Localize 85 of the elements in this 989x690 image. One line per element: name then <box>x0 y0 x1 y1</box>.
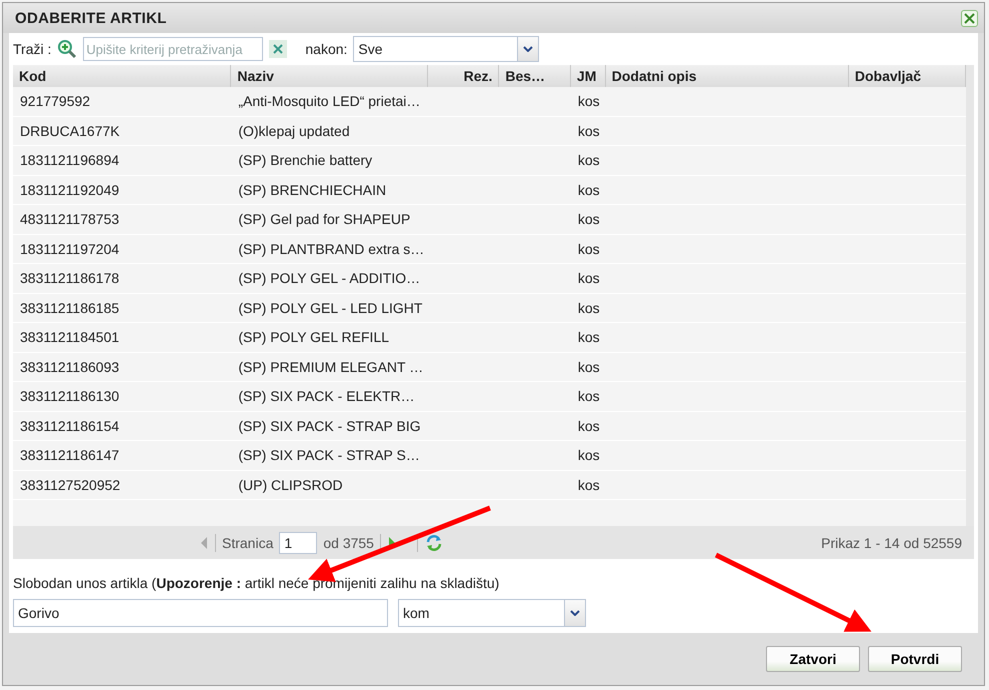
table-cell-text: (SP) POLY GEL - ADDITIO… <box>237 269 422 288</box>
table-row[interactable]: 4831121178753 (SP) Gel pad for SHAPEUP kos <box>13 205 966 234</box>
table-cell-text: 3831121186147 <box>19 446 120 465</box>
table-cell-text: 3831121186178 <box>19 269 120 288</box>
table-cell-text: kos <box>576 358 601 376</box>
after-label: nakon: <box>305 41 348 57</box>
table-cell-text: (SP) BRENCHIECHAIN <box>237 180 388 200</box>
table-cell-text: 1831121192049 <box>19 180 120 200</box>
column-header[interactable]: Kod <box>13 65 232 87</box>
article-name-field[interactable]: Gorivo <box>13 599 388 627</box>
free-entry-label: Slobodan unos artikla (Upozorenje : artikl neće promijeniti zalihu na skladištu) <box>13 575 500 591</box>
table-cell-text: (SP) POLY GEL - LED LIGHT <box>237 298 424 318</box>
table-row[interactable]: 1831121192049 (SP) BRENCHIECHAIN kos <box>13 176 966 205</box>
table-cell-text: kos <box>576 416 601 436</box>
table-row[interactable]: 3831121186154 (SP) SIX PACK - STRAP BIG kos <box>13 412 966 441</box>
table-row[interactable]: 3831121186130 (SP) SIX PACK - ELEKTR… kos <box>13 382 966 412</box>
table-cell-text: kos <box>576 151 601 170</box>
table-cell-text: (SP) SIX PACK - STRAP BIG <box>237 416 422 436</box>
table-cell-text: (O)klepaj updated <box>237 122 351 141</box>
table-cell-text: kos <box>576 387 601 406</box>
table-row[interactable]: DRBUCA1677K (O)klepaj updated kos <box>13 116 966 146</box>
table-row[interactable]: 3831121186093 (SP) PREMIUM ELEGANT … kos <box>13 352 966 382</box>
chevron-down-icon <box>570 610 580 616</box>
table-cell-text: kos <box>576 240 601 258</box>
table-cell-text: kos <box>576 298 601 318</box>
dialog-button[interactable]: Zatvori <box>766 646 860 672</box>
search-icon[interactable] <box>57 39 78 59</box>
table-cell-text: kos <box>576 92 601 111</box>
table-cell-text: 3831121186185 <box>19 298 120 318</box>
page-field[interactable]: 1 <box>279 532 318 554</box>
table-cell-text: 1831121196894 <box>19 151 120 170</box>
table-cell-text: (SP) Brenchie battery <box>237 151 374 170</box>
close-icon <box>964 12 975 24</box>
search-field[interactable]: Upišite kriterij pretraživanja <box>83 37 264 61</box>
column-header[interactable]: Rez. <box>428 65 500 87</box>
table-cell-text: 921779592 <box>19 92 92 111</box>
table-cell-text: (SP) SIX PACK - STRAP S… <box>237 446 421 465</box>
table-row[interactable]: 3831121184501 (SP) POLY GEL REFILL kos <box>13 323 966 352</box>
dialog-button[interactable]: Potvrdi <box>868 646 962 672</box>
column-header[interactable]: Naziv <box>231 65 428 87</box>
table-row[interactable]: 3831127520952 (UP) CLIPSROD kos <box>13 470 966 500</box>
table-cell-text: 3831121186154 <box>19 416 120 436</box>
table-cell-text: (SP) SIX PACK - ELEKTR… <box>237 387 416 406</box>
previous-icon[interactable] <box>199 536 209 550</box>
table-cell-text: 3831121186130 <box>19 387 120 406</box>
table-cell-text: 1831121197204 <box>19 240 120 258</box>
table-cell-text: (SP) Gel pad for SHAPEUP <box>237 210 412 229</box>
record-summary: Prikaz 1 - 14 od 52559 <box>821 534 962 550</box>
clear-button[interactable] <box>269 40 288 58</box>
table-cell-text: 4831121178753 <box>19 210 120 229</box>
unit-dropdown[interactable]: kom <box>398 599 586 627</box>
table-cell-text: 3831121186093 <box>19 358 120 376</box>
table-cell-text: kos <box>576 122 601 140</box>
table-row[interactable]: 921779592 „Anti-Mosquito LED“ prietai… kos <box>13 87 966 116</box>
table-cell-text: kos <box>576 446 601 465</box>
table-cell-text: „Anti-Mosquito LED“ prietai… <box>237 92 422 111</box>
table-cell-text: (SP) POLY GEL REFILL <box>237 328 390 347</box>
after-dropdown[interactable]: Sve <box>353 36 540 62</box>
table-row[interactable]: 3831121186147 (SP) SIX PACK - STRAP S… kos <box>13 441 966 470</box>
table-cell-text: kos <box>576 180 601 200</box>
table-cell-text: (SP) PLANTBRAND extra s… <box>237 240 426 259</box>
table-row[interactable]: 3831121186178 (SP) POLY GEL - ADDITIO… kos <box>13 264 966 294</box>
page-count: od 3755 <box>323 534 374 550</box>
table-row[interactable]: 1831121197204 (SP) PLANTBRAND extra s… kos <box>13 234 966 264</box>
search-label: Traži : <box>13 41 52 57</box>
column-header[interactable]: JM <box>570 65 606 87</box>
window-title: ODABERITE ARTIKL <box>15 10 167 26</box>
chevron-down-icon <box>523 46 534 52</box>
table-cell-text: kos <box>576 476 601 494</box>
table-cell-text: 3831121184501 <box>19 328 120 347</box>
column-header[interactable]: Dodatni opis <box>606 65 849 87</box>
table-cell-text: kos <box>576 269 601 288</box>
column-header[interactable]: Bes… <box>499 65 571 87</box>
column-header[interactable]: Dobavljač <box>848 65 966 87</box>
table-cell-text: 3831127520952 <box>19 476 122 494</box>
table-row[interactable]: 1831121196894 (SP) Brenchie battery kos <box>13 146 966 176</box>
table-cell-text: kos <box>576 328 601 347</box>
table-cell-text: DRBUCA1677K <box>19 122 121 140</box>
table-cell-text: kos <box>576 210 601 229</box>
clear-icon <box>273 44 284 54</box>
close-button[interactable] <box>961 10 978 26</box>
table-cell-text: (SP) PREMIUM ELEGANT … <box>237 358 424 377</box>
table-cell-text: (UP) CLIPSROD <box>237 476 344 495</box>
page-label: Stranica <box>222 534 274 550</box>
table-row[interactable]: 3831121186185 (SP) POLY GEL - LED LIGHT kos <box>13 294 966 323</box>
